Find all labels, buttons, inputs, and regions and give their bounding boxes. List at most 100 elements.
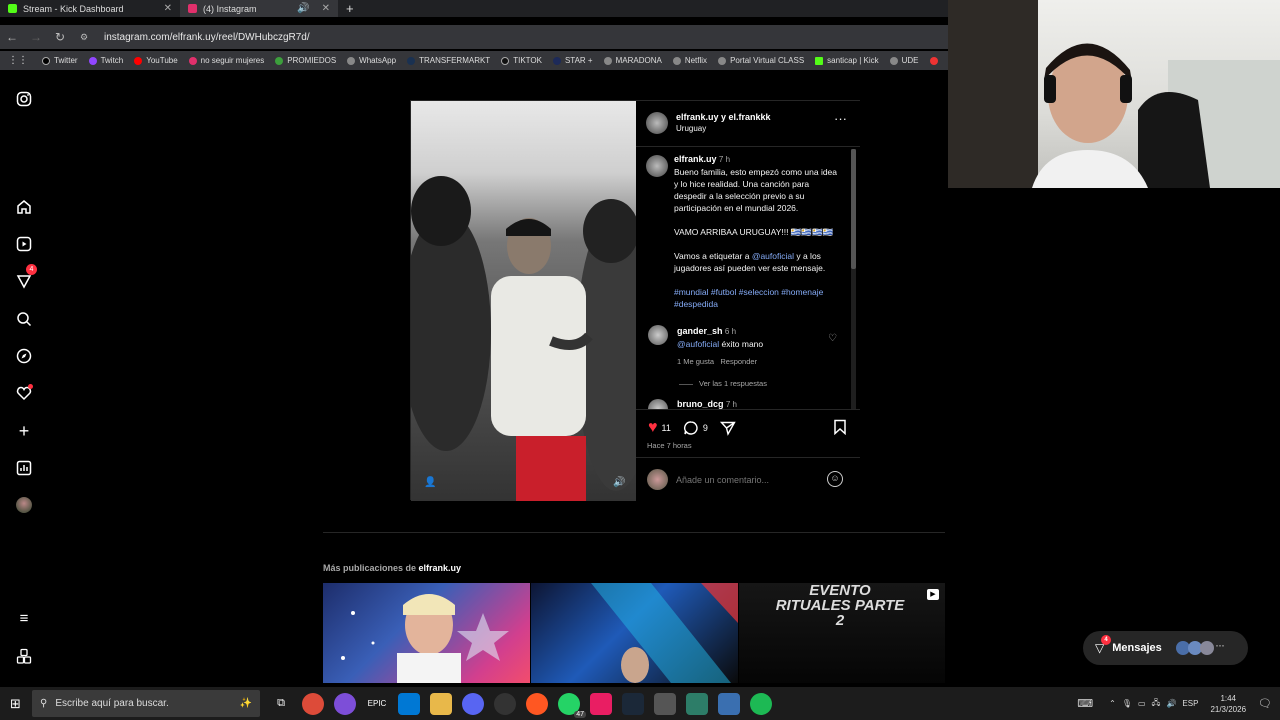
comment-like-icon[interactable]: ♡ bbox=[828, 333, 837, 344]
bookmark-transfermarkt[interactable]: TRANSFERMARKT bbox=[407, 56, 490, 65]
spotify-icon[interactable] bbox=[750, 692, 772, 715]
profile-avatar[interactable] bbox=[14, 495, 34, 515]
microphone-icon[interactable]: 🎙 bbox=[1122, 699, 1132, 708]
battery-icon[interactable]: ▭ bbox=[1138, 699, 1146, 708]
keyboard-icon[interactable]: ⌨ bbox=[1077, 697, 1093, 710]
outlook-icon[interactable] bbox=[398, 692, 420, 715]
more-post-thumbnail[interactable]: EVENTO RITUALES PARTE 2 ▶ bbox=[739, 583, 945, 683]
capcut-icon[interactable] bbox=[654, 692, 676, 715]
bookmark-youtube[interactable]: YouTube bbox=[134, 56, 178, 65]
chrome-icon[interactable] bbox=[302, 692, 324, 715]
reply-button[interactable]: Responder bbox=[720, 357, 757, 366]
clock[interactable]: 1:44 21/3/2026 bbox=[1210, 693, 1246, 715]
caption-avatar[interactable] bbox=[646, 155, 668, 177]
bookmark-overflow[interactable] bbox=[929, 56, 938, 65]
instagram-logo-icon[interactable] bbox=[14, 89, 34, 109]
file-explorer-icon[interactable] bbox=[430, 692, 452, 715]
bookmark-twitch[interactable]: Twitch bbox=[88, 56, 123, 65]
comment-likes[interactable]: 1 Me gusta bbox=[677, 357, 714, 366]
language-indicator[interactable]: ESP bbox=[1182, 699, 1198, 708]
post-author[interactable]: elfrank.uy y el.frankkk bbox=[676, 112, 771, 122]
emoji-icon[interactable]: ☺ bbox=[827, 471, 843, 487]
obs-icon[interactable] bbox=[494, 692, 516, 715]
tab-kick-dashboard[interactable]: Stream - Kick Dashboard ✕ bbox=[0, 0, 180, 17]
reels-icon[interactable] bbox=[14, 234, 34, 254]
volume-icon[interactable]: 🔊 bbox=[1166, 699, 1176, 708]
mention-link[interactable]: @aufoficial bbox=[752, 251, 794, 261]
caption-user[interactable]: elfrank.uy bbox=[674, 154, 717, 164]
comment-icon[interactable] bbox=[683, 420, 699, 436]
discord-icon[interactable] bbox=[462, 692, 484, 715]
create-icon[interactable]: + bbox=[14, 421, 34, 441]
likes-count[interactable]: 11 bbox=[662, 423, 671, 433]
brave-icon[interactable] bbox=[526, 692, 548, 715]
site-info-icon[interactable]: ⚙ bbox=[72, 32, 96, 43]
bookmark-whatsapp[interactable]: WhatsApp bbox=[347, 56, 396, 65]
post-location[interactable]: Uruguay bbox=[676, 124, 771, 133]
bookmark-netflix[interactable]: Netflix bbox=[672, 56, 707, 65]
reload-icon[interactable]: ↻ bbox=[48, 30, 72, 44]
bookmark-star[interactable]: STAR + bbox=[552, 56, 593, 65]
forward-icon[interactable]: → bbox=[24, 30, 48, 44]
shield-icon[interactable] bbox=[718, 692, 740, 715]
view-replies-button[interactable]: Ver las 1 respuestas bbox=[699, 379, 767, 388]
more-posts-user-link[interactable]: elfrank.uy bbox=[419, 563, 462, 573]
messages-button[interactable]: ▽ 4 Mensajes ··· bbox=[1083, 631, 1248, 665]
also-from-meta-icon[interactable] bbox=[14, 646, 34, 666]
bookmark-tiktok[interactable]: TIKTOK bbox=[501, 56, 542, 65]
network-icon[interactable]: 🖧 bbox=[1152, 697, 1161, 711]
menu-icon[interactable]: ≡ bbox=[14, 608, 34, 628]
home-icon[interactable] bbox=[14, 197, 34, 217]
more-post-thumbnail[interactable] bbox=[531, 583, 738, 683]
show-hidden-icons[interactable]: ⌃ bbox=[1109, 699, 1116, 708]
task-view-icon[interactable]: ⧉ bbox=[270, 693, 292, 715]
tab-instagram[interactable]: (4) Instagram 🔊 ✕ bbox=[180, 0, 338, 17]
more-options-icon[interactable]: ··· bbox=[834, 111, 847, 126]
copilot-icon[interactable] bbox=[334, 692, 356, 715]
bookmark-twitter[interactable]: Twitter bbox=[42, 56, 78, 65]
bookmark-promiedos[interactable]: PROMIEDOS bbox=[275, 56, 336, 65]
notification-center-icon[interactable]: 🗨 bbox=[1258, 697, 1272, 710]
comments-scroll-area[interactable]: elfrank.uy 7 h Bueno familia, esto empez… bbox=[636, 146, 860, 409]
user-tag-icon[interactable]: 👤 bbox=[424, 477, 436, 488]
like-heart-icon[interactable]: ♥ bbox=[648, 419, 658, 437]
new-tab-button[interactable]: + bbox=[338, 0, 362, 17]
apps-icon[interactable]: ⋮⋮ bbox=[8, 55, 28, 66]
bookmark-santicap[interactable]: santicap | Kick bbox=[815, 56, 879, 65]
speaker-icon[interactable]: 🔊 bbox=[297, 3, 309, 14]
bookmark-portal-class[interactable]: Portal Virtual CLASS bbox=[718, 56, 804, 65]
windows-start-icon[interactable]: ⊞ bbox=[10, 696, 21, 712]
save-bookmark-icon[interactable] bbox=[833, 419, 847, 435]
bookmark-ude[interactable]: UDE bbox=[889, 56, 919, 65]
search-icon[interactable] bbox=[14, 309, 34, 329]
comment-user[interactable]: bruno_dcg bbox=[677, 399, 724, 409]
comments-count[interactable]: 9 bbox=[703, 423, 708, 433]
back-icon[interactable]: ← bbox=[0, 30, 24, 44]
reel-video[interactable]: 👤 🔊 bbox=[411, 101, 636, 501]
messages-icon[interactable]: 4 bbox=[14, 264, 37, 291]
mention-link[interactable]: @aufoficial bbox=[677, 339, 719, 349]
dashboard-icon[interactable] bbox=[14, 458, 34, 478]
bookmark-maradona[interactable]: MARADONA bbox=[603, 56, 662, 65]
explore-icon[interactable] bbox=[14, 346, 34, 366]
bookmark-no-seguir[interactable]: no seguir mujeres bbox=[188, 56, 264, 65]
share-icon[interactable] bbox=[719, 420, 736, 436]
hashtags[interactable]: #mundial #futbol #seleccion #homenaje #d… bbox=[674, 286, 840, 310]
steam-icon[interactable] bbox=[622, 692, 644, 715]
comment-avatar[interactable] bbox=[648, 325, 668, 345]
comment-input[interactable] bbox=[676, 471, 816, 489]
epic-games-icon[interactable]: EPIC bbox=[366, 693, 388, 715]
comment-user[interactable]: gander_sh bbox=[677, 326, 723, 336]
heart-icon[interactable] bbox=[14, 383, 34, 403]
taskbar-search[interactable]: ⚲ Escribe aquí para buscar. ✨ bbox=[32, 690, 260, 717]
url-field[interactable]: instagram.com/elfrank.uy/reel/DWHubczgR7… bbox=[104, 32, 310, 43]
more-post-thumbnail[interactable] bbox=[323, 583, 530, 683]
scrollbar[interactable] bbox=[851, 149, 856, 409]
onenote-icon[interactable] bbox=[590, 692, 612, 715]
author-avatar[interactable] bbox=[646, 112, 668, 134]
app-icon[interactable] bbox=[686, 692, 708, 715]
mute-icon[interactable]: 🔊 bbox=[613, 477, 625, 488]
close-tab-icon[interactable]: ✕ bbox=[322, 3, 330, 14]
comment-avatar[interactable] bbox=[648, 399, 668, 409]
close-tab-icon[interactable]: ✕ bbox=[164, 3, 172, 14]
